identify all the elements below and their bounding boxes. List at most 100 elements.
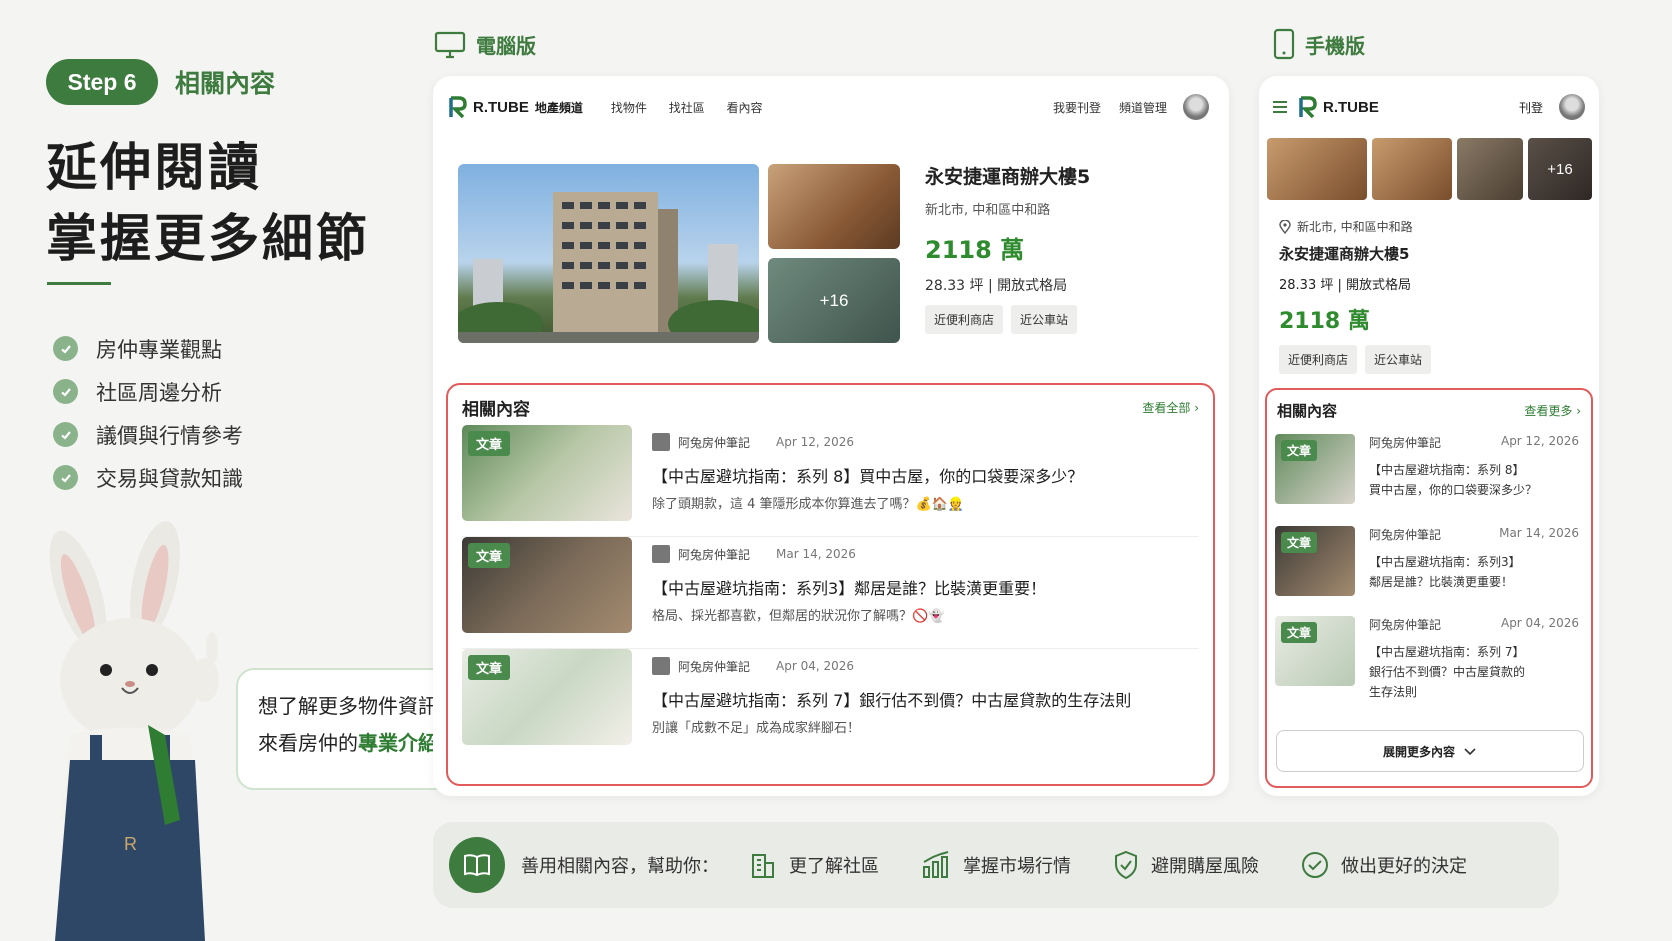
check-circle-icon (53, 422, 78, 447)
article-title-line: 銀行估不到價？中古屋貸款的 (1369, 665, 1526, 679)
mobile-photo-thumb[interactable] (1372, 138, 1452, 200)
mobile-property-tags: 近便利商店 近公車站 (1279, 345, 1579, 374)
article-author[interactable]: 阿兔房仲筆記 (678, 546, 750, 563)
nav-link-content[interactable]: 看內容 (727, 101, 763, 115)
article-author[interactable]: 阿兔房仲筆記 (678, 658, 750, 675)
article-meta: 阿兔房仲筆記 Apr 12, 2026 (1369, 434, 1579, 451)
nav-link-find-listing[interactable]: 找物件 (611, 101, 647, 115)
mobile-property-price: 2118 萬 (1279, 309, 1370, 334)
mobile-photo-thumb[interactable] (1457, 138, 1523, 200)
article-thumbnail: 文章 (1275, 616, 1355, 686)
property-info: 永安捷運商辦大樓5 新北市, 中和區中和路 2118 萬 28.33 坪 | 開… (925, 162, 1215, 334)
book-icon (449, 837, 505, 893)
article-title[interactable]: 【中古屋避坑指南：系列3】 鄰居是誰？比裝潢更重要！ (1369, 552, 1579, 592)
mobile-article-card[interactable]: 文章 阿兔房仲筆記 Apr 12, 2026 【中古屋避坑指南：系列 8】 買中… (1275, 434, 1580, 526)
article-title[interactable]: 【中古屋避坑指南：系列 8】 買中古屋，你的口袋要深多少？ (1369, 460, 1579, 500)
mobile-article-card[interactable]: 文章 阿兔房仲筆記 Apr 04, 2026 【中古屋避坑指南：系列 7】 銀行… (1275, 616, 1580, 716)
property-thumb-interior[interactable] (768, 164, 900, 249)
article-title[interactable]: 【中古屋避坑指南：系列3】鄰居是誰？比裝潢更重要！ (652, 575, 1046, 599)
address-text: 新北市, 中和區中和路 (1297, 220, 1413, 234)
article-author[interactable]: 阿兔房仲筆記 (678, 434, 750, 451)
mobile-preview-card: R.TUBE 刊登 +16 新北市, 中和區中和路 永安捷運商辦大樓5 28.3… (1259, 76, 1599, 796)
more-photos-count: +16 (819, 290, 849, 310)
mobile-nav-right: 刊登 (1501, 94, 1585, 120)
check-item: 交易與貸款知識 (53, 456, 243, 499)
article-meta: 阿兔房仲筆記 Apr 04, 2026 (1369, 616, 1579, 633)
headline-line-1: 延伸閱讀 (46, 139, 263, 198)
check-item: 議價與行情參考 (53, 413, 243, 456)
article-card[interactable]: 文章 阿兔房仲筆記 Apr 12, 2026 【中古屋避坑指南：系列 8】買中古… (462, 425, 1199, 537)
site-logo[interactable]: R.TUBE (1299, 96, 1379, 118)
article-badge: 文章 (468, 543, 511, 568)
nav-link-channel-manage[interactable]: 頻道管理 (1119, 99, 1167, 116)
article-title-line: 買中古屋，你的口袋要深多少？ (1369, 483, 1538, 497)
logo-subtitle: 地產頻道 (534, 100, 583, 115)
article-badge: 文章 (468, 655, 511, 680)
property-address: 新北市, 中和區中和路 (925, 203, 1051, 218)
expand-more-button[interactable]: 展開更多內容 (1276, 730, 1584, 772)
phone-icon (1273, 28, 1295, 60)
mobile-property-title[interactable]: 永安捷運商辦大樓5 (1279, 243, 1579, 264)
nav-link-find-community[interactable]: 找社區 (669, 101, 705, 115)
mobile-property-meta: 28.33 坪 | 開放式格局 (1279, 278, 1411, 293)
mobile-label-text: 手機版 (1305, 33, 1365, 58)
article-title-line: 鄰居是誰？比裝潢更重要！ (1369, 575, 1514, 589)
building-photo (458, 192, 759, 343)
headline-line-2: 掌握更多細節 (46, 210, 371, 269)
headline-underline (47, 282, 111, 285)
view-all-link[interactable]: 查看全部 › (1142, 399, 1199, 416)
property-main-photo[interactable] (458, 164, 759, 343)
mobile-navbar: R.TUBE 刊登 (1259, 76, 1599, 138)
article-badge: 文章 (1281, 622, 1318, 643)
check-circle-icon (53, 379, 78, 404)
article-title[interactable]: 【中古屋避坑指南：系列 8】買中古屋，你的口袋要深多少？ (652, 463, 1083, 487)
logo-text: R.TUBE (473, 98, 529, 116)
site-logo[interactable]: R.TUBE 地產頻道 (449, 96, 583, 118)
article-title[interactable]: 【中古屋避坑指南：系列 7】 銀行估不到價？中古屋貸款的 生存法則 (1369, 642, 1579, 702)
bubble-highlight: 專業介紹 (358, 731, 438, 755)
property-title[interactable]: 永安捷運商辦大樓5 (925, 162, 1215, 189)
benefit-label: 掌握市場行情 (963, 856, 1071, 877)
article-date: Apr 12, 2026 (776, 435, 855, 449)
desktop-version-label: 電腦版 (434, 30, 536, 59)
view-more-link[interactable]: 查看更多 › (1524, 402, 1581, 419)
mobile-photo-more[interactable]: +16 (1528, 138, 1592, 200)
mobile-property-info: 新北市, 中和區中和路 永安捷運商辦大樓5 28.33 坪 | 開放式格局 21… (1279, 218, 1579, 374)
article-title[interactable]: 【中古屋避坑指南：系列 7】銀行估不到價？中古屋貸款的生存法則 (652, 687, 1131, 711)
hamburger-menu-icon[interactable] (1273, 101, 1287, 113)
related-title: 相關內容 (1277, 402, 1338, 420)
article-thumbnail: 文章 (462, 649, 632, 745)
article-date: Apr 12, 2026 (1500, 434, 1579, 448)
chevron-right-icon: › (1194, 401, 1199, 415)
mobile-article-card[interactable]: 文章 阿兔房仲筆記 Mar 14, 2026 【中古屋避坑指南：系列3】 鄰居是… (1275, 526, 1580, 618)
avatar[interactable] (1183, 94, 1209, 120)
benefits-lead: 善用相關內容，幫助你： (521, 856, 719, 877)
property-thumb-more[interactable]: +16 (768, 258, 900, 343)
article-date: Apr 04, 2026 (1500, 616, 1579, 630)
tag-bus-stop: 近公車站 (1011, 305, 1078, 334)
bar-chart-icon (923, 851, 949, 878)
desktop-navbar: R.TUBE 地產頻道 找物件 找社區 看內容 我要刊登 頻道管理 (433, 76, 1229, 138)
nav-link-post[interactable]: 刊登 (1519, 99, 1543, 116)
r-logo-icon (1299, 96, 1317, 118)
article-description: 格局、採光都喜歡，但鄰居的狀況你了解嗎？🚫👻 (652, 609, 945, 624)
monitor-icon (434, 31, 466, 58)
article-author[interactable]: 阿兔房仲筆記 (1369, 616, 1441, 633)
more-photos-count: +16 (1547, 160, 1573, 178)
article-card[interactable]: 文章 阿兔房仲筆記 Mar 14, 2026 【中古屋避坑指南：系列3】鄰居是誰… (462, 537, 1199, 649)
article-author[interactable]: 阿兔房仲筆記 (1369, 434, 1441, 451)
related-content-section: 相關內容 查看全部 › 文章 阿兔房仲筆記 Apr 12, 2026 【中古屋避… (446, 383, 1215, 786)
avatar[interactable] (1559, 94, 1585, 120)
check-label: 交易與貸款知識 (96, 466, 243, 491)
mobile-version-label: 手機版 (1273, 28, 1365, 60)
article-card[interactable]: 文章 阿兔房仲筆記 Apr 04, 2026 【中古屋避坑指南：系列 7】銀行估… (462, 649, 1199, 761)
benefit-label: 做出更好的決定 (1341, 856, 1467, 877)
author-avatar-icon (652, 657, 670, 675)
article-thumbnail: 文章 (1275, 434, 1355, 504)
article-title-line: 生存法則 (1369, 685, 1418, 699)
nav-link-post-listing[interactable]: 我要刊登 (1053, 99, 1101, 116)
mobile-related-header: 相關內容 查看更多 › (1267, 390, 1591, 421)
mobile-photo-thumb[interactable] (1267, 138, 1367, 200)
article-author[interactable]: 阿兔房仲筆記 (1369, 526, 1441, 543)
article-thumbnail: 文章 (462, 537, 632, 633)
